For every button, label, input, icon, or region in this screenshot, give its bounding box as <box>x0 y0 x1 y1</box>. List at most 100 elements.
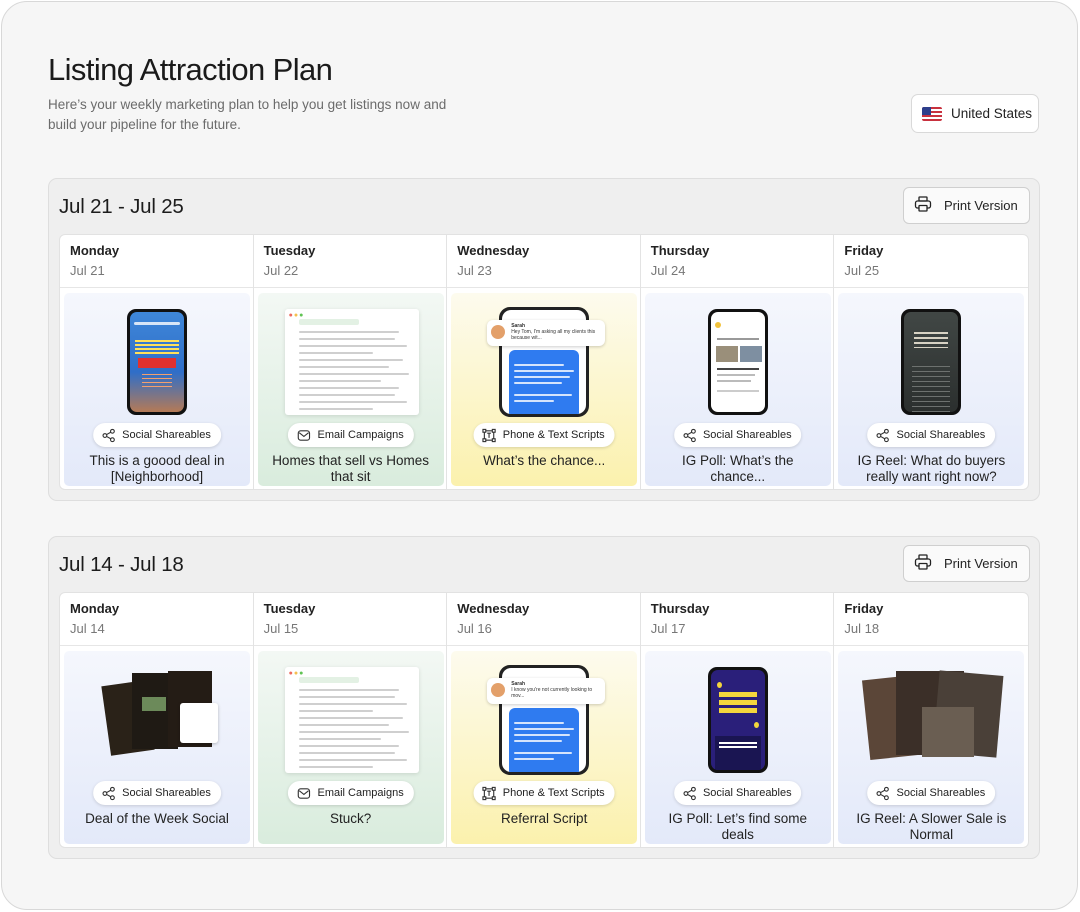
content-title: Referral Script <box>501 811 588 826</box>
country-label: United States <box>951 106 1033 121</box>
script-icon <box>482 428 497 443</box>
content-card[interactable]: Social Shareables IG Poll: Let’s find so… <box>644 651 831 844</box>
divider <box>834 645 1028 646</box>
day-date: Jul 17 <box>650 621 686 636</box>
share-icon <box>101 786 116 801</box>
category-label: Social Shareables <box>896 429 986 441</box>
week-section: Jul 21 - Jul 25 Print Version Monday Jul… <box>48 178 1040 501</box>
divider <box>447 645 640 646</box>
day-date: Jul 22 <box>263 263 299 278</box>
content-title: IG Reel: What do buyers really want righ… <box>857 453 1006 484</box>
category-badge: Social Shareables <box>867 423 996 447</box>
category-label: Email Campaigns <box>317 787 404 799</box>
share-icon <box>682 786 697 801</box>
content-card[interactable]: Social Shareables Deal of the Week Socia… <box>64 651 250 844</box>
print-version-button[interactable]: Print Version <box>903 545 1030 582</box>
script-icon <box>482 786 497 801</box>
post-preview-image <box>127 309 187 415</box>
content-title: What’s the chance... <box>483 453 606 468</box>
day-column-monday: Monday Jul 21 Social Shareables This is … <box>60 235 254 489</box>
post-preview-image <box>838 651 1024 776</box>
category-badge: Social Shareables <box>673 423 802 447</box>
print-version-button[interactable]: Print Version <box>903 187 1030 224</box>
email-preview-image: ●●● <box>284 309 419 415</box>
day-name: Monday <box>70 243 120 258</box>
content-card[interactable]: Social Shareables IG Reel: A Slower Sale… <box>838 651 1025 844</box>
post-preview-image <box>64 651 250 776</box>
day-date: Jul 23 <box>457 263 492 278</box>
day-date: Jul 15 <box>263 621 299 636</box>
message-preview: Hey Tom, I'm asking all my clients this … <box>511 329 596 341</box>
week-section: Jul 14 - Jul 18 Print Version Monday Jul… <box>48 536 1040 859</box>
country-select-button[interactable]: United States <box>911 94 1039 133</box>
divider <box>447 287 640 288</box>
page-subtitle: Here’s your weekly marketing plan to hel… <box>48 97 447 132</box>
category-badge: Email Campaigns <box>287 423 414 447</box>
day-name: Wednesday <box>457 243 530 258</box>
day-column-tuesday: Tuesday Jul 22 ●●● Email Campaigns Homes… <box>253 235 448 489</box>
content-card[interactable]: Social Shareables IG Poll: What’s the ch… <box>644 293 831 486</box>
category-badge: Phone & Text Scripts <box>473 781 615 805</box>
day-column-friday: Friday Jul 18 Social Shareables IG Reel:… <box>834 593 1028 847</box>
content-card[interactable]: Social Shareables IG Reel: What do buyer… <box>838 293 1025 486</box>
printer-icon <box>914 196 932 215</box>
day-date: Jul 14 <box>70 621 105 636</box>
content-title: This is a goood deal in [Neighborhood] <box>89 453 225 484</box>
share-icon <box>101 428 116 443</box>
app-frame: Listing Attraction Plan Here’s your week… <box>1 1 1078 910</box>
content-title: Homes that sell vs Homes that sit <box>272 453 429 484</box>
week-title: Jul 14 - Jul 18 <box>59 553 184 576</box>
category-label: Social Shareables <box>702 787 792 799</box>
avatar <box>491 683 506 697</box>
message-preview: I know you're not currently looking to m… <box>511 687 593 699</box>
day-column-thursday: Thursday Jul 24 Social Shareables IG Pol… <box>640 235 835 489</box>
day-name: Thursday <box>650 601 710 616</box>
week-day-grid: Monday Jul 21 Social Shareables This is … <box>59 234 1029 490</box>
day-name: Monday <box>70 601 120 616</box>
category-label: Email Campaigns <box>317 429 404 441</box>
avatar <box>491 325 506 339</box>
message-notification: Sarah Hey Tom, I'm asking all my clients… <box>487 320 606 346</box>
content-card[interactable]: Sarah Hey Tom, I'm asking all my clients… <box>451 293 638 486</box>
divider <box>640 645 834 646</box>
day-date: Jul 16 <box>457 621 492 636</box>
category-badge: Social Shareables <box>93 781 221 805</box>
day-date: Jul 18 <box>844 621 880 636</box>
category-label: Social Shareables <box>122 787 211 799</box>
divider <box>834 287 1028 288</box>
content-card[interactable]: Social Shareables This is a goood deal i… <box>64 293 250 486</box>
message-notification: Sarah I know you're not currently lookin… <box>487 678 606 704</box>
day-column-wednesday: Wednesday Jul 23 Sarah Hey Tom, I'm aski… <box>447 235 641 489</box>
email-preview-image: ●●● <box>284 667 419 773</box>
week-day-grid: Monday Jul 14 Social Shareables Deal of … <box>59 592 1029 848</box>
mail-icon <box>295 428 311 443</box>
content-title: IG Poll: Let’s find some deals <box>668 811 808 842</box>
category-label: Social Shareables <box>122 429 211 441</box>
content-title: Deal of the Week Social <box>85 811 229 826</box>
day-date: Jul 25 <box>844 263 880 278</box>
category-label: Phone & Text Scripts <box>502 787 605 799</box>
day-name: Tuesday <box>263 601 316 616</box>
category-badge: Phone & Text Scripts <box>473 423 615 447</box>
day-date: Jul 21 <box>70 263 105 278</box>
day-column-thursday: Thursday Jul 17 Social Shareables IG Pol… <box>640 593 835 847</box>
content-title: Stuck? <box>329 811 372 826</box>
day-name: Tuesday <box>263 243 316 258</box>
divider <box>253 645 447 646</box>
mail-icon <box>295 786 311 801</box>
day-column-friday: Friday Jul 25 Social Shareables IG Reel:… <box>834 235 1028 489</box>
day-name: Wednesday <box>457 601 530 616</box>
post-preview-image <box>707 667 768 773</box>
share-icon <box>876 428 891 443</box>
category-badge: Social Shareables <box>673 781 802 805</box>
share-icon <box>682 428 697 443</box>
day-column-monday: Monday Jul 14 Social Shareables Deal of … <box>60 593 254 847</box>
divider <box>60 287 253 288</box>
content-card[interactable]: ●●● Email Campaigns Stuck? <box>257 651 444 844</box>
divider <box>60 645 253 646</box>
content-card[interactable]: ●●● Email Campaigns Homes that sell vs H… <box>257 293 444 486</box>
content-card[interactable]: Sarah I know you're not currently lookin… <box>451 651 638 844</box>
category-label: Social Shareables <box>702 429 792 441</box>
printer-icon <box>914 554 932 573</box>
week-title: Jul 21 - Jul 25 <box>59 195 184 218</box>
